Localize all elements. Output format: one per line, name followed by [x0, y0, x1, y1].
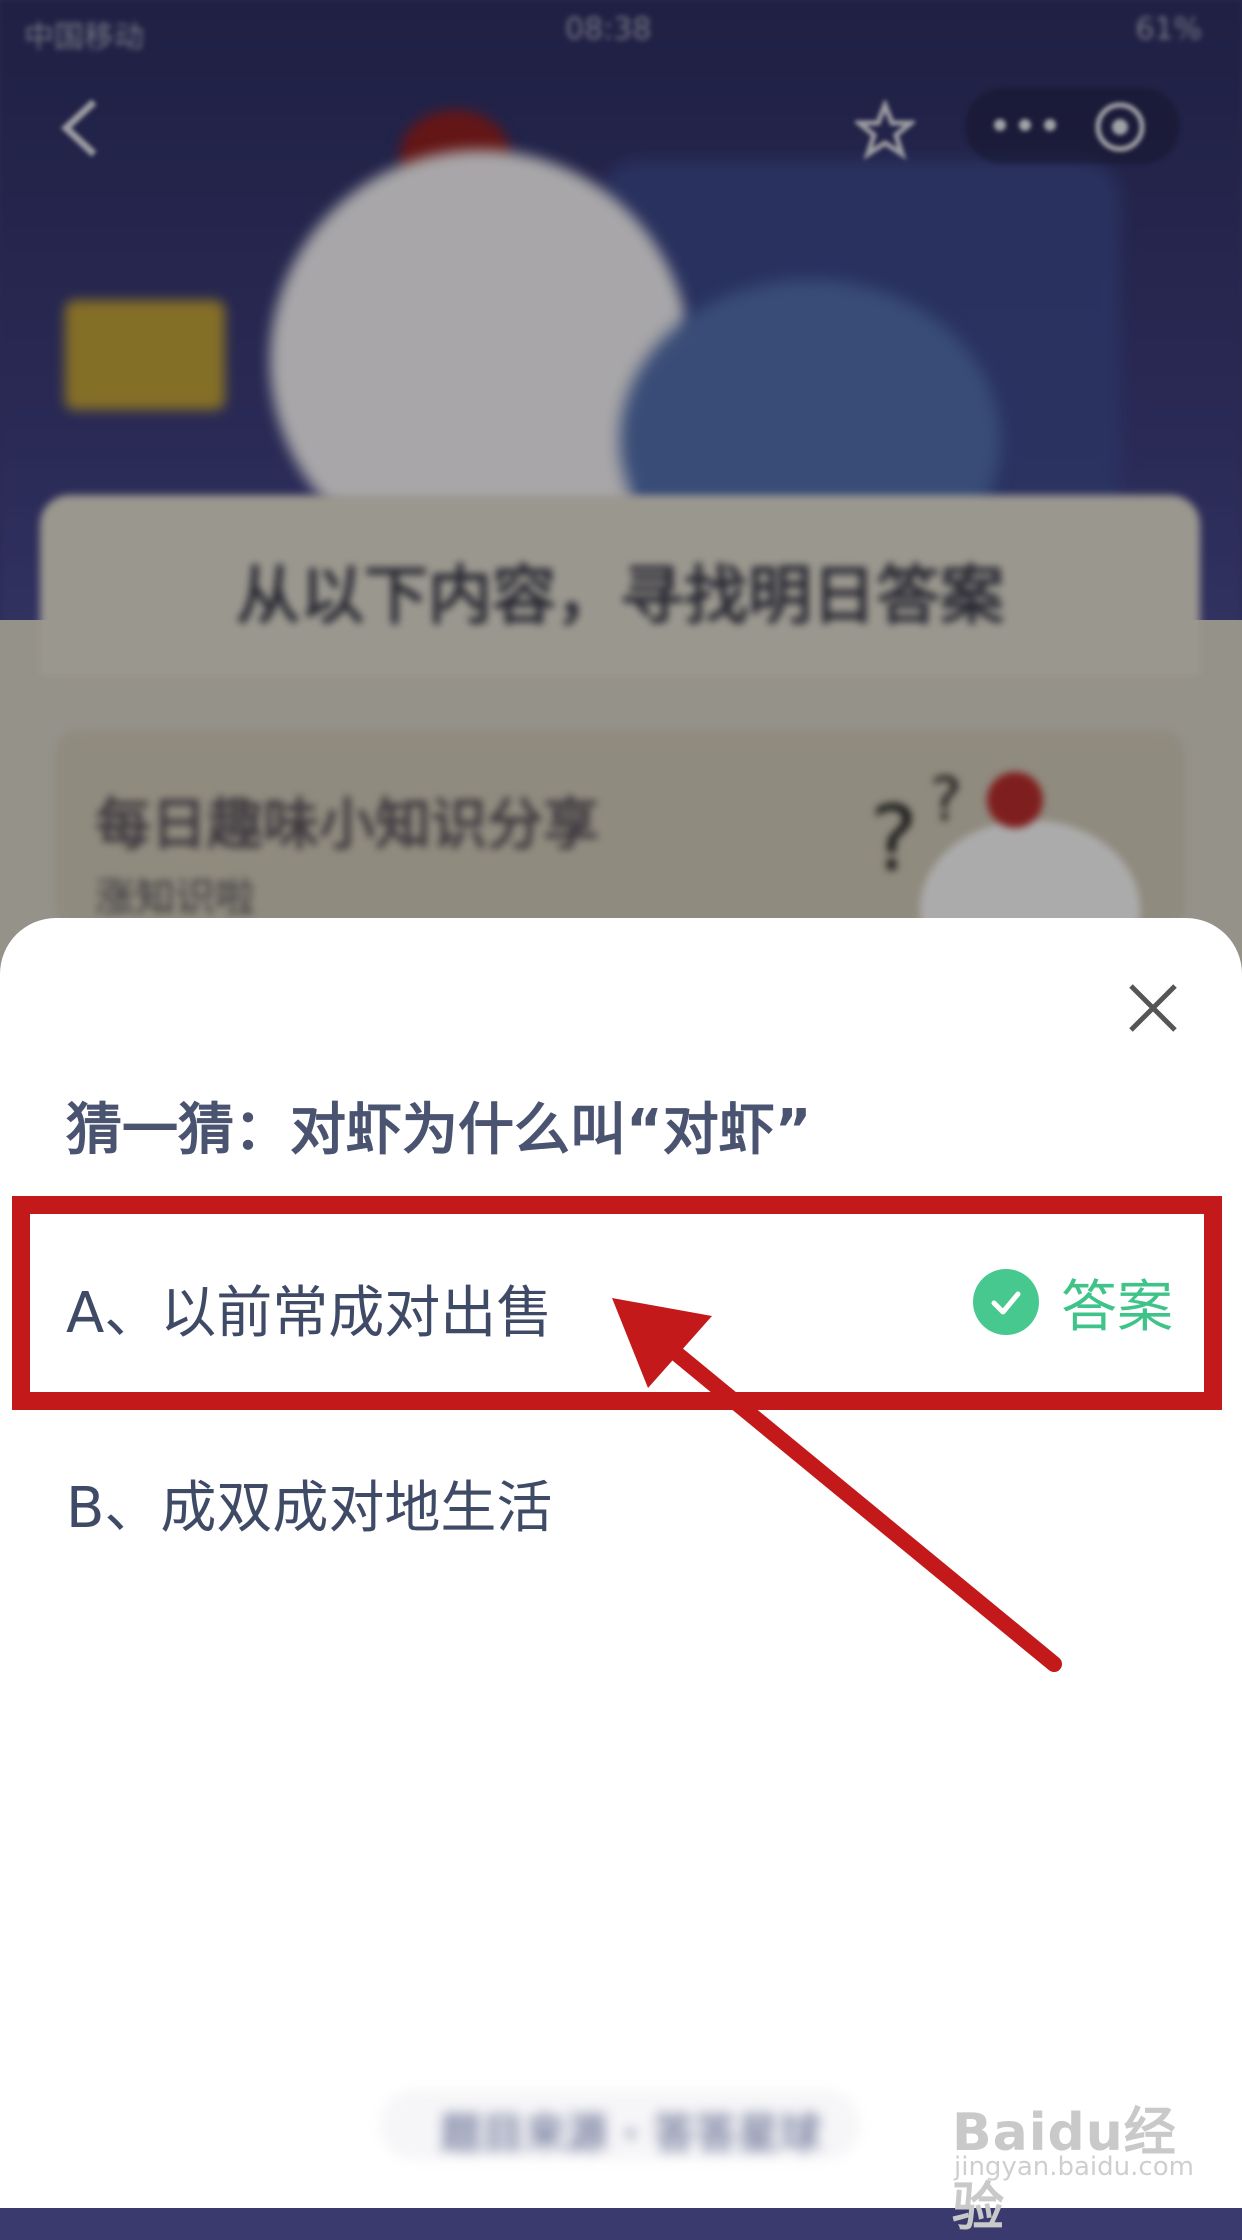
option-b[interactable]: B、成双成对地生活	[66, 1463, 552, 1544]
watermark-url: jingyan.baidu.com	[954, 2152, 1194, 2182]
baidu-watermark: Baidu经验 jingyan.baidu.com	[952, 2090, 1194, 2238]
quiz-question: 猜一猜：对虾为什么叫“对虾”	[66, 1098, 812, 1163]
footer-source-text: 题目来源 · 答答星球	[380, 2090, 860, 2160]
close-icon[interactable]	[1125, 980, 1181, 1036]
highlight-box-annotation	[12, 1196, 1222, 1410]
footer-text: 题目来源 · 答答星球	[440, 2109, 822, 2158]
